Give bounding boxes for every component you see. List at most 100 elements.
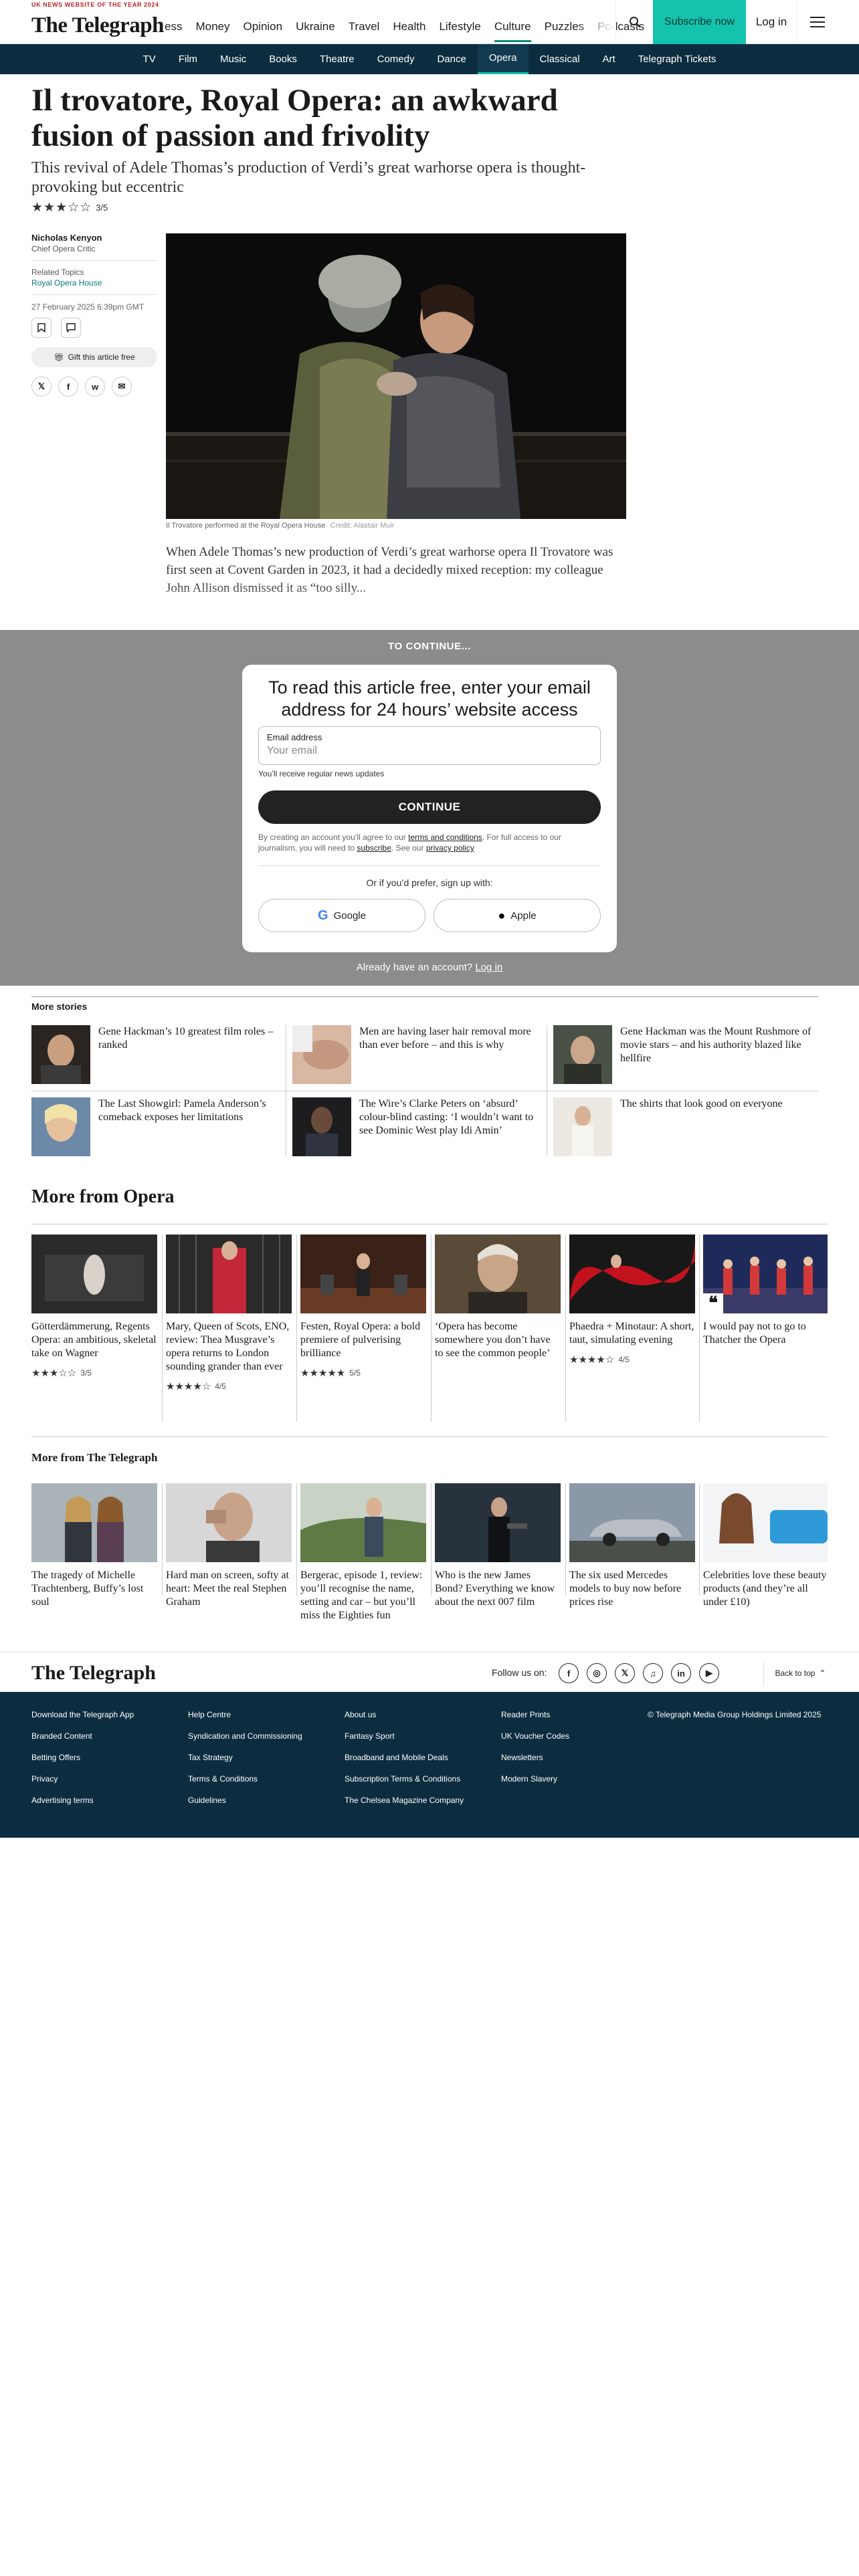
nav-item[interactable]: Travel — [349, 20, 380, 42]
bookmark-button[interactable] — [31, 318, 52, 338]
snapchat-icon[interactable]: ♫ — [643, 1663, 663, 1683]
footer-link[interactable]: Modern Slavery — [501, 1768, 569, 1790]
whatsapp-share-icon[interactable]: w — [85, 377, 105, 397]
footer-link[interactable]: Tax Strategy — [188, 1747, 302, 1768]
story-item[interactable]: The shirts that look good on everyone — [553, 1097, 818, 1156]
gift-article-button[interactable]: 🎁︎ Gift this article free — [31, 347, 157, 367]
headline: Il trovatore, Royal Opera: an awkward fu… — [31, 83, 558, 153]
related-topic-link[interactable]: Royal Opera House — [31, 278, 157, 288]
nav-item[interactable]: Ukraine — [296, 20, 335, 42]
footer-link[interactable]: Betting Offers — [31, 1747, 134, 1768]
existing-account-prompt: Already have an account? Log in — [0, 962, 859, 973]
footer-link[interactable]: UK Voucher Codes — [501, 1725, 569, 1747]
nav-item[interactable]: Lifestyle — [439, 20, 480, 42]
footer-link[interactable]: Syndication and Commissioning — [188, 1725, 302, 1747]
telegraph-card[interactable]: Bergerac, episode 1, review: you’ll reco… — [300, 1483, 426, 1622]
search-button[interactable] — [615, 0, 653, 44]
email-field[interactable]: Email address Your email — [258, 726, 601, 765]
subnav-item[interactable]: Comedy — [366, 44, 426, 74]
subnav-item[interactable]: Books — [258, 44, 308, 74]
youtube-icon[interactable]: ▶ — [699, 1663, 719, 1683]
divider — [31, 294, 157, 295]
telegraph-card[interactable]: The six used Mercedes models to buy now … — [569, 1483, 695, 1609]
footer-link[interactable]: Guidelines — [188, 1790, 302, 1811]
linkedin-icon[interactable]: in — [671, 1663, 691, 1683]
opera-card[interactable]: Götterdämmerung, Regents Opera: an ambit… — [31, 1235, 157, 1379]
story-item[interactable]: Gene Hackman was the Mount Rushmore of m… — [553, 1025, 818, 1084]
related-topics-label: Related Topics — [31, 267, 84, 277]
footer-link[interactable]: Subscription Terms & Conditions — [345, 1768, 464, 1790]
subscribe-link[interactable]: subscribe — [357, 843, 391, 853]
login-button[interactable]: Log in — [746, 0, 797, 44]
author-name[interactable]: Nicholas Kenyon — [31, 233, 157, 243]
back-to-top-button[interactable]: Back to top ⌃ — [763, 1660, 837, 1686]
continue-button[interactable]: CONTINUE — [258, 790, 601, 824]
menu-button[interactable] — [797, 0, 837, 44]
story-item[interactable]: Gene Hackman’s 10 greatest film roles – … — [31, 1025, 279, 1084]
paywall-login-link[interactable]: Log in — [475, 962, 502, 973]
instagram-icon[interactable]: ◎ — [587, 1663, 607, 1683]
rating-value: 3/5 — [96, 203, 108, 213]
subscribe-button[interactable]: Subscribe now — [653, 0, 746, 44]
copyright: © Telegraph Media Group Holdings Limited… — [648, 1710, 822, 1719]
nav-item[interactable]: Money — [195, 20, 229, 42]
telegraph-card[interactable]: Who is the new James Bond? Everything we… — [435, 1483, 561, 1609]
section-subnav: TV Film Music Books Theatre Comedy Dance… — [0, 44, 859, 74]
telegraph-card[interactable]: Hard man on screen, softy at heart: Meet… — [166, 1483, 292, 1609]
subnav-item-opera[interactable]: Opera — [477, 44, 529, 74]
nav-item[interactable]: Health — [393, 20, 425, 42]
footer-link[interactable]: Download the Telegraph App — [31, 1704, 134, 1725]
subnav-item[interactable]: Dance — [425, 44, 477, 74]
opera-card[interactable]: ‘Opera has become somewhere you don’t ha… — [435, 1235, 561, 1367]
card-headline: ‘Opera has become somewhere you don’t ha… — [435, 1321, 551, 1359]
x-icon[interactable]: 𝕏 — [615, 1663, 635, 1683]
story-item[interactable]: The Wire’s Clarke Peters on ‘absurd’ col… — [292, 1097, 540, 1156]
story-item[interactable]: The Last Showgirl: Pamela Anderson’s com… — [31, 1097, 279, 1156]
footer-link[interactable]: About us — [345, 1704, 464, 1725]
subnav-item[interactable]: Telegraph Tickets — [627, 44, 728, 74]
subnav-item[interactable]: Art — [591, 44, 627, 74]
footer-logo[interactable]: The Telegraph — [31, 1662, 156, 1685]
subnav-item[interactable]: Classical — [529, 44, 591, 74]
footer-link[interactable]: Advertising terms — [31, 1790, 134, 1811]
subnav-item[interactable]: Music — [209, 44, 258, 74]
footer-link[interactable]: Reader Prints — [501, 1704, 569, 1725]
subnav-item[interactable]: TV — [132, 44, 167, 74]
footer-link[interactable]: Privacy — [31, 1768, 134, 1790]
opera-card[interactable]: Mary, Queen of Scots, ENO, review: Thea … — [166, 1235, 292, 1392]
nav-item[interactable]: ess — [165, 20, 182, 42]
footer-link[interactable]: Terms & Conditions — [188, 1768, 302, 1790]
email-share-icon[interactable]: ✉ — [112, 377, 132, 397]
nav-item[interactable]: Opinion — [244, 20, 283, 42]
story-headline: The Last Showgirl: Pamela Anderson’s com… — [98, 1098, 266, 1123]
x-share-icon[interactable]: 𝕏 — [31, 377, 52, 397]
footer-link[interactable]: Branded Content — [31, 1725, 134, 1747]
opera-card[interactable]: Festen, Royal Opera: a bold premiere of … — [300, 1235, 426, 1379]
telegraph-card[interactable]: The tragedy of Michelle Trachtenberg, Bu… — [31, 1483, 157, 1609]
terms-link[interactable]: terms and conditions — [408, 833, 482, 842]
nav-item-culture[interactable]: Culture — [494, 20, 531, 42]
telegraph-card[interactable]: Celebrities love these beauty products (… — [703, 1483, 828, 1609]
privacy-link[interactable]: privacy policy — [426, 843, 474, 853]
footer-link[interactable]: Fantasy Sport — [345, 1725, 464, 1747]
footer-link[interactable]: Broadband and Mobile Deals — [345, 1747, 464, 1768]
telegraph-logo[interactable]: The Telegraph — [31, 13, 164, 38]
footer-link[interactable]: The Chelsea Magazine Company — [345, 1790, 464, 1811]
card-headline: Hard man on screen, softy at heart: Meet… — [166, 1570, 289, 1608]
nav-fade — [575, 13, 615, 40]
comments-button[interactable] — [61, 318, 81, 338]
opera-card[interactable]: Phaedra + Minotaur: A short, taut, simul… — [569, 1235, 695, 1366]
apple-signup-button[interactable]: ● Apple — [434, 899, 601, 932]
footer-link[interactable]: Help Centre — [188, 1704, 302, 1725]
footer-link[interactable]: Newsletters — [501, 1747, 569, 1768]
main-nav: ess Money Opinion Ukraine Travel Health … — [165, 20, 644, 42]
story-item[interactable]: Men are having laser hair removal more t… — [292, 1025, 540, 1084]
subnav-item[interactable]: Theatre — [308, 44, 366, 74]
facebook-icon[interactable]: f — [559, 1663, 579, 1683]
hero-image — [166, 233, 626, 519]
image-caption: Il Trovatore performed at the Royal Oper… — [166, 522, 395, 530]
facebook-share-icon[interactable]: f — [58, 377, 78, 397]
opera-card[interactable]: ❝ I would pay not to go to Thatcher the … — [703, 1235, 828, 1354]
google-signup-button[interactable]: G Google — [258, 899, 425, 932]
subnav-item[interactable]: Film — [167, 44, 209, 74]
